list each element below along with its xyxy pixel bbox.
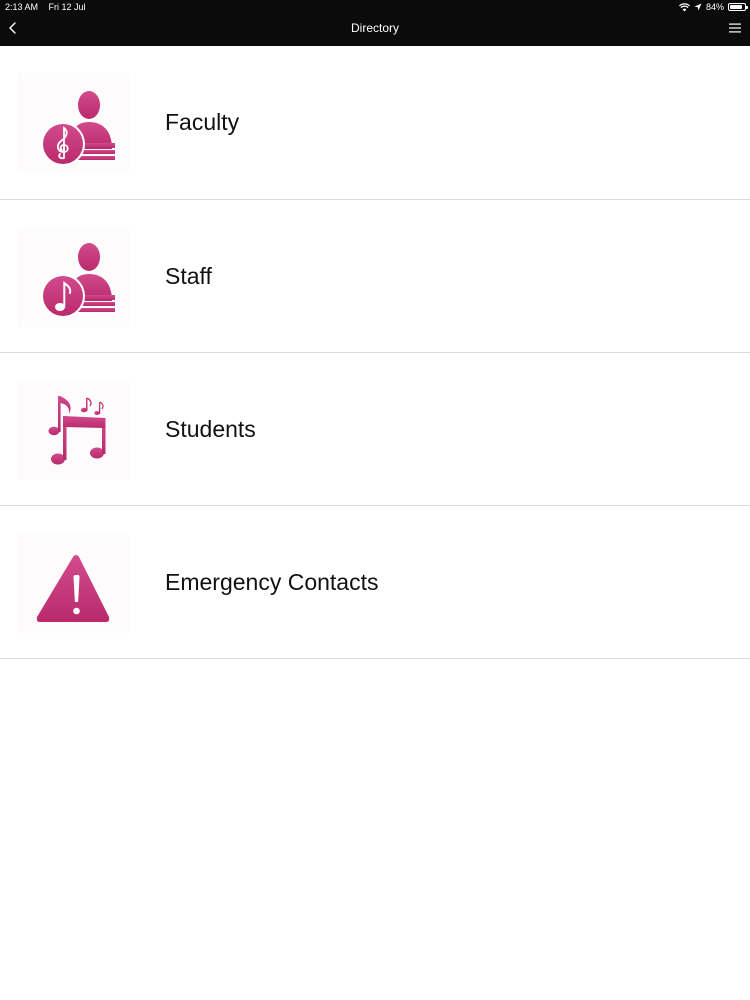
directory-item-faculty[interactable]: Faculty [0, 46, 750, 200]
status-bar: 2:13 AM Fri 12 Jul 84% [0, 0, 750, 14]
menu-button[interactable] [728, 21, 742, 35]
status-date: Fri 12 Jul [48, 2, 86, 12]
status-time: 2:13 AM [5, 2, 39, 12]
battery-percent: 84% [705, 2, 724, 12]
directory-item-label: Faculty [165, 109, 240, 135]
nav-bar: Directory [0, 14, 750, 46]
faculty-person-treble-clef-icon [41, 91, 115, 166]
faculty-icon-box [17, 73, 129, 173]
directory-item-emergency-contacts[interactable]: Emergency Contacts [0, 506, 750, 659]
battery-fill [730, 5, 742, 9]
directory-item-staff[interactable]: Staff [0, 200, 750, 353]
music-notes-icon [48, 396, 106, 465]
status-left: 2:13 AM Fri 12 Jul [5, 0, 94, 14]
status-right: 84% [678, 0, 748, 14]
staff-person-music-note-icon [41, 243, 115, 318]
warning-triangle-icon [36, 555, 110, 622]
directory-item-label: Emergency Contacts [165, 568, 379, 595]
page-title: Directory [350, 21, 399, 35]
directory-item-label: Students [165, 415, 256, 442]
directory-list: Faculty Staff Students Emergency Contact… [0, 46, 750, 659]
directory-item-label: Staff [165, 262, 212, 289]
directory-screen: 2:13 AM Fri 12 Jul 84% Directory Faculty… [0, 0, 750, 1000]
wifi-icon [678, 2, 690, 11]
directory-item-students[interactable]: Students [0, 353, 750, 506]
hamburger-menu-icon [729, 23, 741, 33]
location-arrow-icon [694, 3, 702, 11]
battery-icon [728, 3, 748, 11]
students-icon-box [17, 380, 129, 480]
staff-icon-box [17, 227, 129, 327]
emergency-icon-box [17, 533, 129, 633]
